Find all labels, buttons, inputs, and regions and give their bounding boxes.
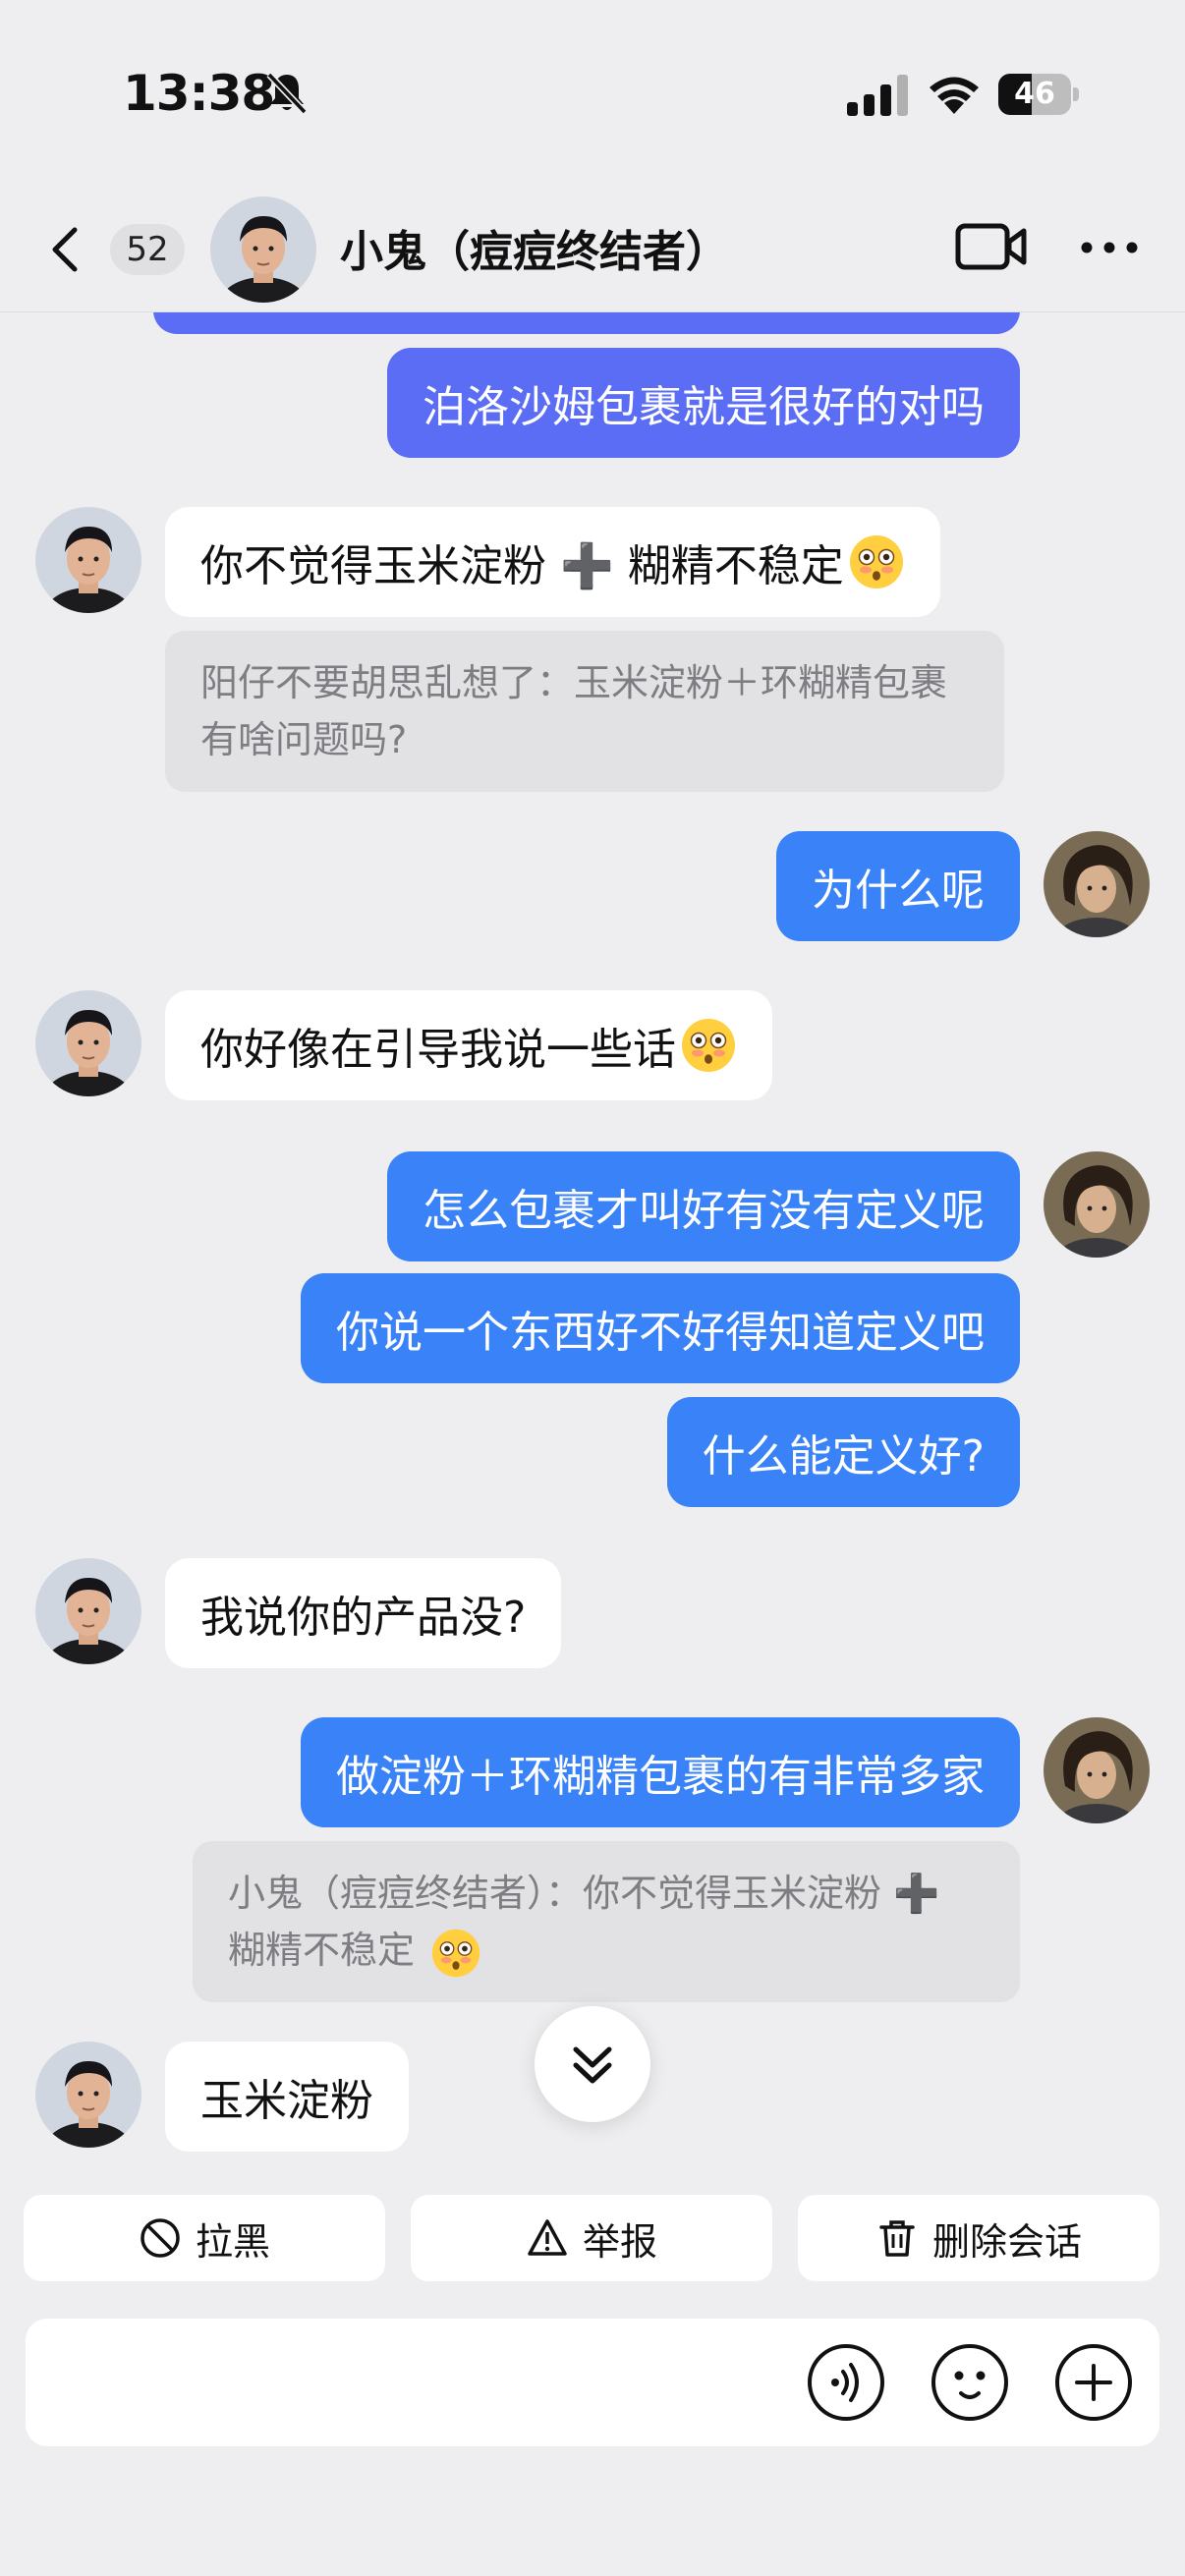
block-button[interactable]: 拉黑 [24, 2195, 385, 2281]
message-text: 我说你的产品没? [200, 1593, 527, 1643]
flushed-face-emoji-icon [848, 533, 905, 590]
message-text: 你说一个东西好不好得知道定义吧 [336, 1308, 985, 1358]
message-text: 怎么包裹才叫好有没有定义呢 [423, 1186, 985, 1236]
message-input[interactable] [55, 2338, 802, 2427]
quoted-reply[interactable]: 小鬼（痘痘终结者）：你不觉得玉米淀粉 ➕ 糊精不稳定 [193, 1841, 1020, 2002]
back-arrow-icon[interactable] [39, 222, 94, 277]
message-bubble-outgoing[interactable]: 泊洛沙姆包裹就是很好的对吗 [387, 348, 1020, 458]
report-button[interactable]: 举报 [411, 2195, 772, 2281]
message-text: 你好像在引导我说一些话 [200, 1025, 676, 1075]
contact-avatar[interactable] [210, 196, 316, 303]
message-bubble-outgoing[interactable]: 你说一个东西好不好得知道定义吧 [301, 1273, 1020, 1383]
double-chevron-down-icon [573, 2046, 612, 2084]
my-avatar[interactable] [1044, 1151, 1150, 1258]
delete-conversation-button[interactable]: 删除会话 [798, 2195, 1159, 2281]
chat-header: 52 小鬼（痘痘终结者） [0, 187, 1185, 312]
emoji-icon[interactable] [930, 2342, 1010, 2423]
message-bubble-incoming[interactable]: 玉米淀粉 [165, 2042, 409, 2152]
voice-message-icon[interactable] [806, 2342, 886, 2423]
contact-avatar[interactable] [35, 2042, 141, 2148]
contact-avatar[interactable] [35, 1558, 141, 1664]
add-icon[interactable] [1053, 2342, 1134, 2423]
message-bubble-incoming[interactable]: 你不觉得玉米淀粉 ➕ 糊精不稳定 [165, 507, 940, 617]
message-bubble-incoming[interactable]: 你好像在引导我说一些话 [165, 990, 772, 1100]
message-input-bar [26, 2319, 1159, 2446]
chat-action-bar: 拉黑 举报 删除会话 [0, 2165, 1185, 2299]
scroll-to-bottom-button[interactable] [535, 2006, 650, 2122]
quoted-text: 小鬼（痘痘终结者）：你不觉得玉米淀粉 ➕ 糊精不稳定 [228, 1872, 940, 1972]
message-bubble-incoming[interactable]: 我说你的产品没? [165, 1558, 562, 1668]
delete-label: 删除会话 [931, 2219, 1082, 2264]
flushed-face-emoji-icon [680, 1017, 737, 1074]
trash-icon [879, 2220, 915, 2257]
message-text: 为什么呢 [812, 866, 985, 916]
message-text: 什么能定义好? [702, 1431, 985, 1482]
my-avatar[interactable] [1044, 1717, 1150, 1823]
message-bubble-outgoing[interactable]: 做淀粉＋环糊精包裹的有非常多家 [301, 1717, 1020, 1827]
message-text: 你不觉得玉米淀粉 ➕ 糊精不稳定 [200, 541, 844, 591]
battery-indicator: 46 [998, 74, 1079, 115]
message-bubble-outgoing[interactable]: 怎么包裹才叫好有没有定义呢 [387, 1151, 1020, 1261]
warning-icon [528, 2219, 567, 2256]
cellular-signal-icon [847, 75, 908, 116]
block-icon [141, 2218, 180, 2258]
quoted-reply[interactable]: 阳仔不要胡思乱想了：玉米淀粉＋环糊精包裹有啥问题吗? [165, 631, 1004, 792]
my-avatar[interactable] [1044, 831, 1150, 937]
block-label: 拉黑 [195, 2219, 270, 2264]
battery-percent: 46 [1014, 77, 1055, 111]
wifi-icon [930, 77, 979, 114]
message-text: 做淀粉＋环糊精包裹的有非常多家 [336, 1752, 985, 1802]
bell-muted-icon [266, 72, 308, 115]
contact-name[interactable]: 小鬼（痘痘终结者） [340, 216, 729, 279]
message-bubble-outgoing[interactable]: 什么能定义好? [666, 1397, 1020, 1507]
contact-avatar[interactable] [35, 990, 141, 1096]
message-text: 玉米淀粉 [200, 2076, 373, 2126]
contact-avatar[interactable] [35, 507, 141, 613]
quoted-text: 阳仔不要胡思乱想了：玉米淀粉＋环糊精包裹有啥问题吗? [200, 661, 948, 761]
more-options-icon[interactable] [1075, 226, 1144, 269]
message-text: 泊洛沙姆包裹就是很好的对吗 [423, 382, 985, 432]
status-time: 13:38 [123, 65, 275, 122]
flushed-face-emoji-icon [430, 1928, 481, 1979]
message-bubble-outgoing[interactable]: 为什么呢 [776, 831, 1020, 941]
unread-count-badge[interactable]: 52 [110, 224, 185, 275]
video-call-icon[interactable] [955, 218, 1028, 275]
report-label: 举报 [582, 2219, 657, 2264]
status-bar: 13:38 46 [0, 0, 1185, 187]
